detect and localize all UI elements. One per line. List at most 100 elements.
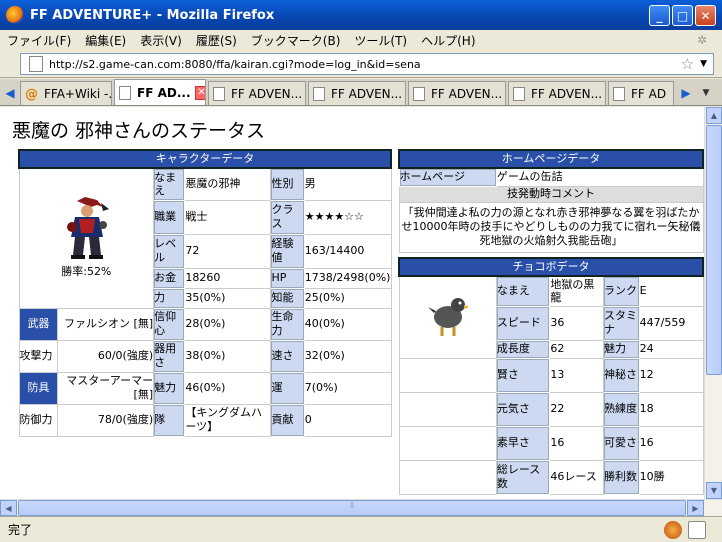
homepage-link[interactable]: ゲームの缶詰 xyxy=(495,167,704,187)
close-button[interactable]: ✕ xyxy=(695,5,716,26)
tab-ff-3[interactable]: FF ADVEN... xyxy=(308,81,406,105)
at-icon: @ xyxy=(25,86,38,102)
value-level: 72 xyxy=(184,233,272,269)
chocobo-label-growth: 成長度 xyxy=(495,339,551,359)
chocobo-blank-cell xyxy=(398,459,497,495)
value-contribution: 0 xyxy=(303,403,392,437)
label-faith: 信仰心 xyxy=(153,307,186,341)
chocobo-value-races: 46レース xyxy=(549,459,604,495)
vertical-scroll-thumb[interactable] xyxy=(706,125,722,375)
tab-active[interactable]: FF AD... ✕ xyxy=(114,79,206,105)
chocobo-label-races: 総レース数 xyxy=(495,459,551,495)
value-attack: 60/0(強度) xyxy=(57,339,155,373)
menu-bookmarks[interactable]: ブックマーク(B) xyxy=(244,32,348,49)
label-defense: 防御力 xyxy=(18,403,59,437)
scroll-down-icon[interactable]: ▼ xyxy=(706,482,722,499)
status-bar: 完了 xyxy=(0,516,722,542)
value-weapon: ファルシオン [無] xyxy=(57,307,155,341)
minimize-button[interactable]: _ xyxy=(649,5,670,26)
value-luck: 7(0%) xyxy=(303,371,392,405)
label-homepage: ホームページ xyxy=(398,167,497,187)
comment-header: 技発動時コメント xyxy=(398,185,704,203)
menu-help[interactable]: ヘルプ(H) xyxy=(414,32,482,49)
throbber-icon: ✲ xyxy=(696,33,707,47)
chocobo-portrait-cell xyxy=(398,275,497,359)
status-text: 完了 xyxy=(8,523,33,537)
chocobo-label-mystery: 神秘さ xyxy=(602,357,640,393)
win-rate: 勝率:52% xyxy=(61,265,112,279)
menu-file[interactable]: ファイル(F) xyxy=(0,32,78,49)
chocobo-value-wins: 10勝 xyxy=(638,459,704,495)
homepage-header: ホームページデータ xyxy=(398,149,704,169)
scroll-left-icon[interactable]: ◀ xyxy=(0,500,17,516)
label-intelligence: 知能 xyxy=(270,287,305,309)
tab-scroll-right-icon[interactable]: ▶ xyxy=(676,81,696,105)
tab-ff-2[interactable]: FF ADVEN... xyxy=(208,81,306,105)
scroll-up-icon[interactable]: ▲ xyxy=(706,107,722,124)
value-gold: 18260 xyxy=(184,267,272,289)
chocobo-label-energy: 元気さ xyxy=(495,391,551,427)
chocobo-blank-cell xyxy=(398,357,497,393)
menu-bar: ファイル(F) 編集(E) 表示(V) 履歴(S) ブックマーク(B) ツール(… xyxy=(0,30,722,50)
value-charm: 46(0%) xyxy=(184,371,272,405)
pen-icon[interactable] xyxy=(688,520,706,539)
tab-wiki[interactable]: @FFA+Wiki -... xyxy=(20,81,112,105)
label-luck: 運 xyxy=(270,371,305,405)
chocobo-label-charm: 魅力 xyxy=(602,339,640,359)
page-icon xyxy=(29,56,43,72)
chocobo-label-cuteness: 可愛さ xyxy=(602,425,640,461)
homepage-table: ホームページデータ ホームページ ゲームの缶詰 技発動時コメント 「我仲間達よ私… xyxy=(398,149,704,253)
label-vitality: 生命力 xyxy=(270,307,305,341)
addon-icon[interactable] xyxy=(664,520,682,539)
tab-scroll-left-icon[interactable]: ◀ xyxy=(0,81,20,105)
label-exp: 経験値 xyxy=(270,233,305,269)
label-strength: 力 xyxy=(153,287,186,309)
page-icon xyxy=(119,85,131,100)
close-tab-icon[interactable]: ✕ xyxy=(194,85,205,100)
value-name: 悪魔の邪神 xyxy=(184,167,272,201)
value-strength: 35(0%) xyxy=(184,287,272,309)
chocobo-header: チョコボデータ xyxy=(398,257,704,277)
tab-ff-5[interactable]: FF ADVEN... xyxy=(508,81,606,105)
page-icon xyxy=(613,86,625,101)
dropdown-arrow-icon[interactable]: ▼ xyxy=(700,59,707,69)
chocobo-value-wisdom: 13 xyxy=(549,357,604,393)
label-class: クラス xyxy=(270,199,305,235)
address-bar[interactable]: http://s2.game-can.com:8080/ffa/kairan.c… xyxy=(20,53,714,75)
menu-edit[interactable]: 編集(E) xyxy=(78,32,133,49)
label-name: なまえ xyxy=(153,167,186,201)
chocobo-label-wins: 勝利数 xyxy=(602,459,640,495)
page-icon xyxy=(313,86,325,101)
all-tabs-icon[interactable]: ▼ xyxy=(696,81,716,105)
menu-tools[interactable]: ツール(T) xyxy=(347,32,414,49)
label-dexterity: 器用さ xyxy=(153,339,186,373)
chocobo-label-skill: 熟練度 xyxy=(602,391,640,427)
label-speed: 速さ xyxy=(270,339,305,373)
bookmark-star-icon[interactable]: ☆ xyxy=(681,55,694,73)
character-portrait-cell: 勝率:52% xyxy=(18,167,155,309)
page-icon xyxy=(413,86,425,101)
menu-history[interactable]: 履歴(S) xyxy=(189,32,244,49)
value-hp: 1738/2498(0%) xyxy=(303,267,392,289)
label-armor: 防具 xyxy=(18,371,59,405)
value-job: 戦士 xyxy=(184,199,272,235)
horizontal-scrollbar[interactable]: ◀ ⦀ ▶ xyxy=(0,499,722,516)
scroll-right-icon[interactable]: ▶ xyxy=(687,500,704,516)
tab-ff-4[interactable]: FF ADVEN... xyxy=(408,81,506,105)
chocobo-sprite xyxy=(427,298,470,337)
tab-ff-6[interactable]: FF AD xyxy=(608,81,674,105)
horizontal-scroll-thumb[interactable]: ⦀ xyxy=(18,500,686,516)
navigation-bar: http://s2.game-can.com:8080/ffa/kairan.c… xyxy=(0,50,722,78)
page-content: 悪魔の 邪神さんのステータス キャラクターデータ 勝率:52% なまえ 悪魔の邪… xyxy=(0,107,704,499)
value-gender: 男 xyxy=(303,167,392,201)
title-bar: FF ADVENTURE+ - Mozilla Firefox _ □ ✕ xyxy=(0,0,722,30)
label-job: 職業 xyxy=(153,199,186,235)
vertical-scrollbar[interactable]: ▲ ▼ xyxy=(704,107,722,499)
label-team: 隊 xyxy=(153,403,186,437)
chocobo-value-speed: 36 xyxy=(549,305,604,341)
chocobo-table: チョコボデータ なまえ 地獄の黒龍 ランク E スピード 36 スタミナ 447… xyxy=(398,257,704,495)
maximize-button[interactable]: □ xyxy=(672,5,693,26)
label-gold: お金 xyxy=(153,267,186,289)
menu-view[interactable]: 表示(V) xyxy=(133,32,189,49)
address-url[interactable]: http://s2.game-can.com:8080/ffa/kairan.c… xyxy=(49,58,681,71)
